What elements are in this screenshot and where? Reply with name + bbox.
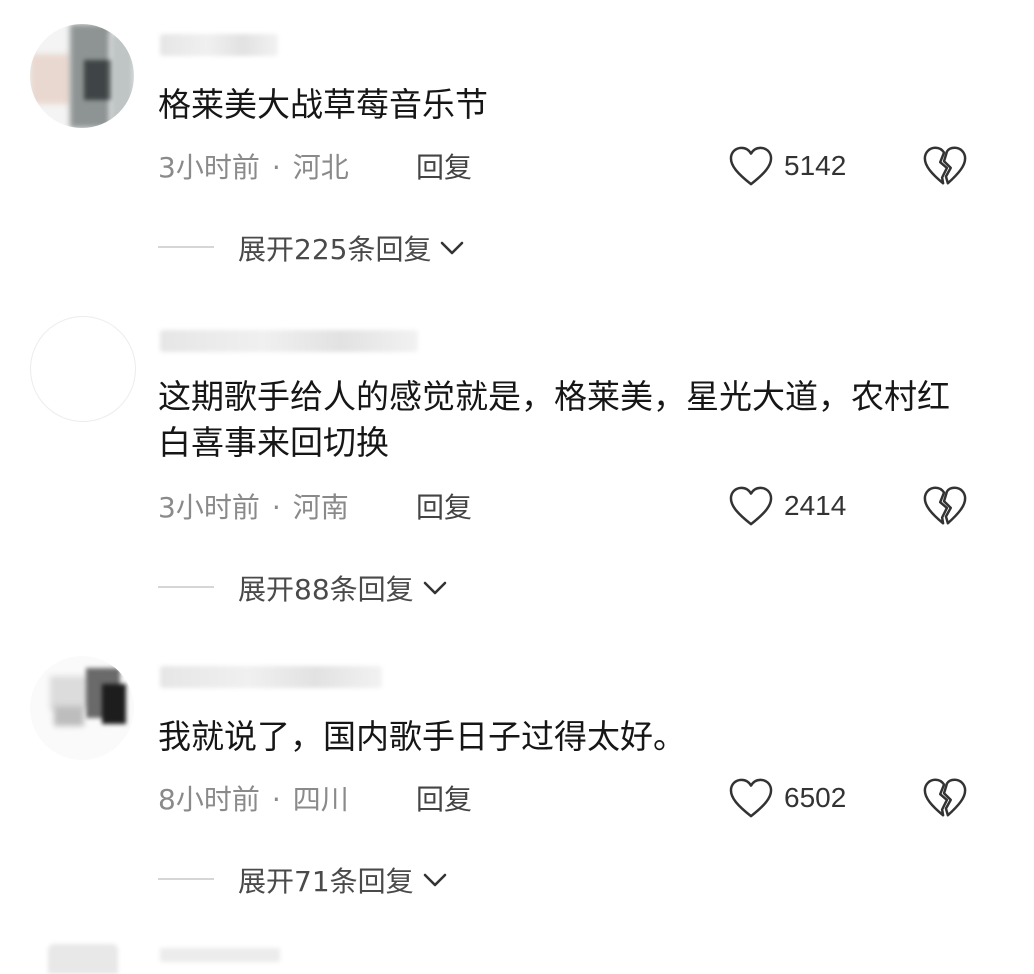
expand-divider — [158, 586, 214, 588]
like-count: 6502 — [784, 782, 847, 813]
comment-location: 河南 — [292, 491, 349, 524]
expand-replies-label: 展开225条回复 — [238, 233, 432, 266]
comment-location: 河北 — [292, 151, 349, 184]
like-button[interactable]: 2414 — [728, 484, 846, 528]
comment-time: 3小时前 — [158, 491, 260, 524]
avatar[interactable] — [30, 316, 136, 422]
dislike-button[interactable] — [922, 776, 968, 820]
reply-button[interactable]: 回复 — [416, 778, 472, 818]
expand-replies-label: 展开88条回复 — [238, 573, 414, 606]
dislike-button[interactable] — [922, 484, 968, 528]
comment-text: 格莱美大战草莓音乐节 — [158, 85, 488, 124]
next-comment-username-partial — [160, 948, 280, 962]
broken-heart-icon — [923, 146, 967, 185]
comment-meta: 3小时前 · 河北 — [158, 146, 349, 186]
like-count: 2414 — [784, 490, 847, 521]
expand-replies-label: 展开71条回复 — [238, 865, 414, 898]
reply-button[interactable]: 回复 — [416, 486, 472, 526]
comment-location: 四川 — [292, 783, 349, 816]
username-blurred[interactable] — [160, 330, 418, 352]
broken-heart-icon — [923, 778, 967, 817]
heart-outline-icon — [729, 146, 773, 186]
expand-replies-button[interactable]: 展开88条回复 — [238, 568, 448, 608]
like-button[interactable]: 5142 — [728, 144, 846, 188]
reply-button[interactable]: 回复 — [416, 146, 472, 186]
comment-time: 8小时前 — [158, 783, 260, 816]
chevron-down-icon — [423, 581, 446, 595]
comment-text: 我就说了，国内歌手日子过得太好。 — [158, 717, 686, 756]
avatar[interactable] — [30, 656, 134, 760]
chevron-down-icon — [441, 241, 464, 255]
expand-replies-button[interactable]: 展开225条回复 — [238, 228, 465, 268]
username-blurred[interactable] — [160, 666, 382, 688]
meta-separator: · — [271, 151, 281, 184]
meta-separator: · — [271, 491, 281, 524]
expand-divider — [158, 246, 214, 248]
like-button[interactable]: 6502 — [728, 776, 846, 820]
comment-time: 3小时前 — [158, 151, 260, 184]
avatar[interactable] — [30, 24, 134, 128]
meta-separator: · — [271, 783, 281, 816]
like-count: 5142 — [784, 150, 847, 181]
comment-meta: 3小时前 · 河南 — [158, 486, 349, 526]
next-comment-avatar-partial — [48, 944, 118, 974]
dislike-button[interactable] — [922, 144, 968, 188]
comment-text: 这期歌手给人的感觉就是，格莱美，星光大道，农村红白喜事来回切换 — [158, 377, 950, 462]
heart-outline-icon — [729, 486, 773, 526]
username-blurred[interactable] — [160, 34, 278, 56]
heart-outline-icon — [729, 778, 773, 818]
expand-divider — [158, 878, 214, 880]
broken-heart-icon — [923, 486, 967, 525]
comment-meta: 8小时前 · 四川 — [158, 778, 349, 818]
expand-replies-button[interactable]: 展开71条回复 — [238, 860, 448, 900]
chevron-down-icon — [423, 873, 446, 887]
